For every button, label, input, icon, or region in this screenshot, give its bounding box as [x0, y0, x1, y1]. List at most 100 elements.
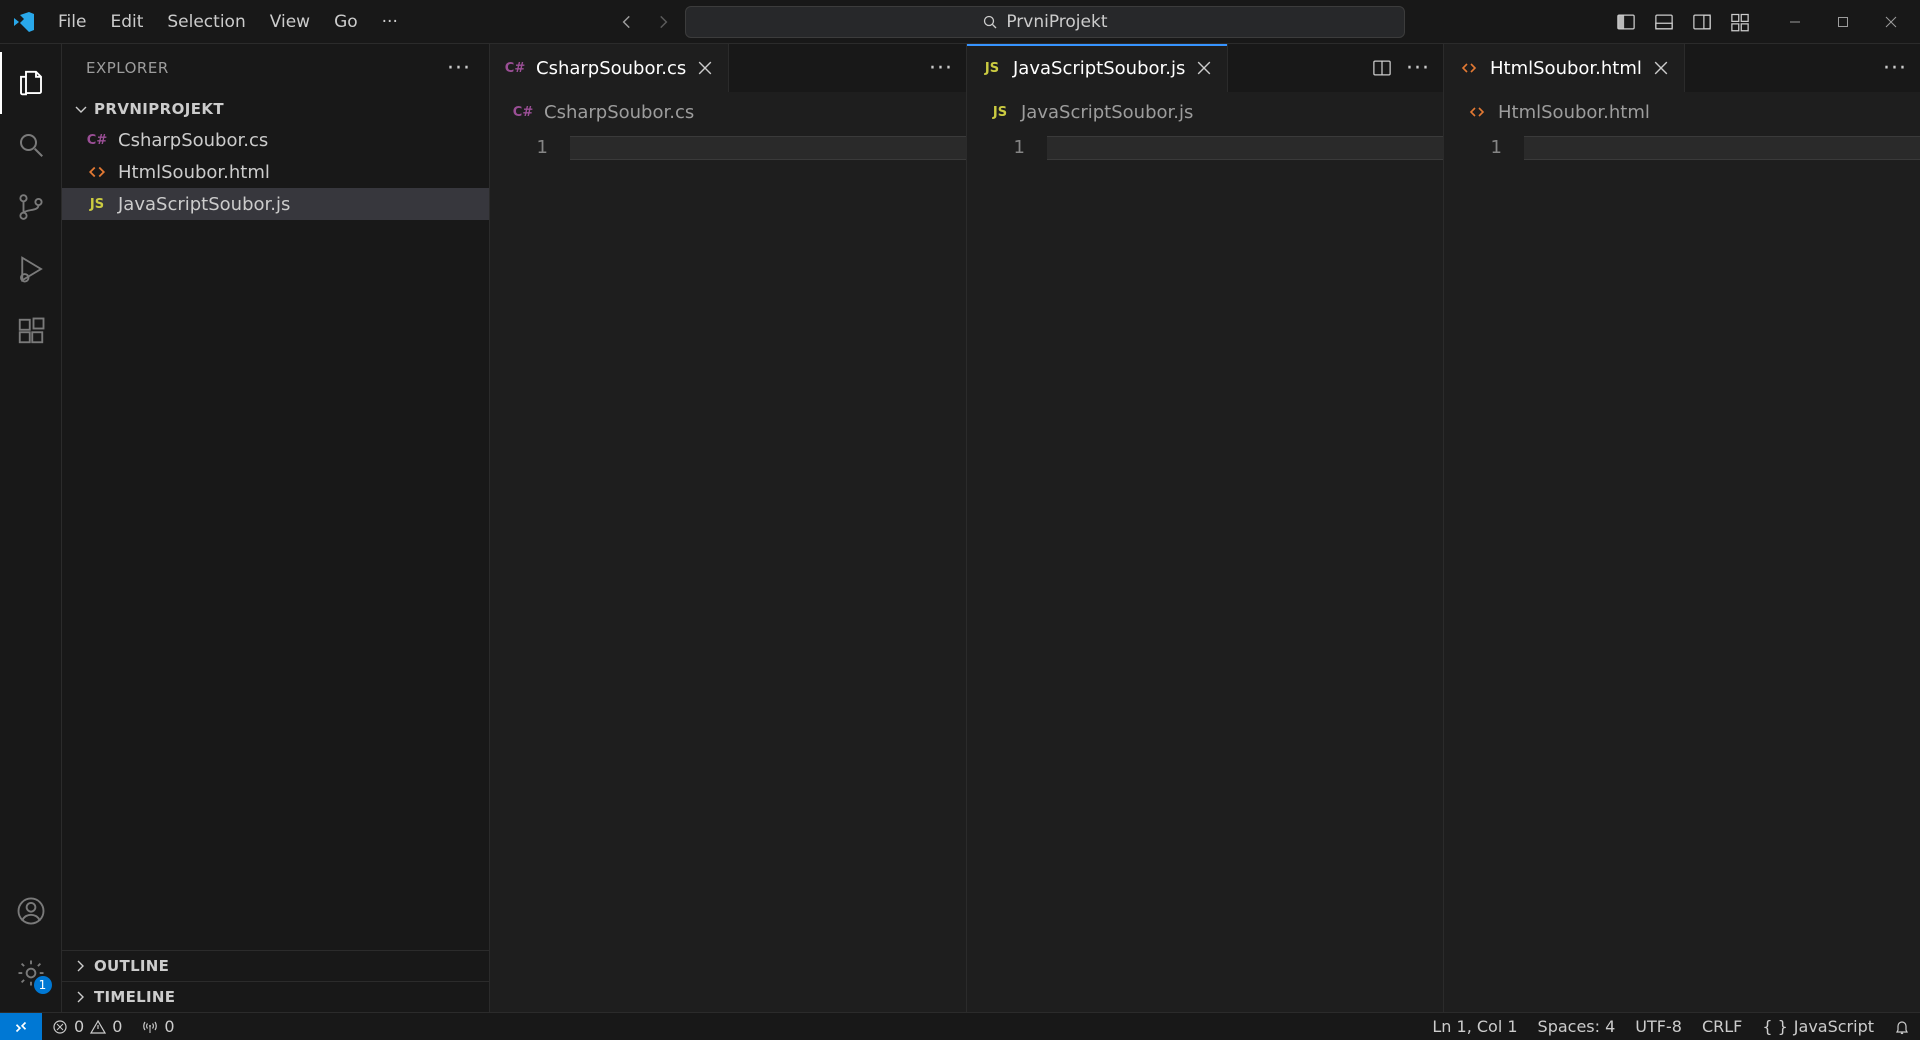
code-area[interactable]: [1524, 132, 1920, 1012]
code-area[interactable]: [570, 132, 966, 1012]
editor-body[interactable]: 1: [490, 132, 966, 1012]
menu-bar: File Edit Selection View Go ···: [46, 6, 410, 38]
editor-body[interactable]: 1: [967, 132, 1443, 1012]
status-encoding[interactable]: UTF-8: [1625, 1017, 1692, 1036]
breadcrumb[interactable]: C# CsharpSoubor.cs: [490, 92, 966, 132]
close-icon[interactable]: [1195, 59, 1213, 77]
timeline-section[interactable]: TIMELINE: [62, 981, 489, 1012]
window-maximize-button[interactable]: [1820, 4, 1866, 40]
activity-run-debug[interactable]: [0, 238, 62, 300]
html-file-icon: [1458, 57, 1480, 79]
sidebar-more-button[interactable]: ···: [447, 63, 471, 74]
activity-search[interactable]: [0, 114, 62, 176]
tab-actions: ···: [1870, 44, 1920, 92]
js-file-icon: JS: [989, 101, 1011, 123]
timeline-label: TIMELINE: [94, 988, 175, 1006]
close-icon[interactable]: [696, 59, 714, 77]
outline-section[interactable]: OUTLINE: [62, 950, 489, 981]
tree-item[interactable]: HtmlSoubor.html: [62, 156, 489, 188]
radio-tower-icon: [142, 1019, 158, 1035]
menu-go[interactable]: Go: [322, 6, 370, 38]
titlebar-center: PrvniProjekt: [410, 6, 1608, 38]
editor-more-button[interactable]: ···: [926, 53, 956, 83]
menu-edit[interactable]: Edit: [98, 6, 155, 38]
command-center-text: PrvniProjekt: [1006, 12, 1107, 32]
explorer-sidebar: EXPLORER ··· PRVNIPROJEKT C# CsharpSoubo…: [62, 44, 490, 1012]
menu-selection[interactable]: Selection: [155, 6, 257, 38]
editor-more-button[interactable]: ···: [1880, 53, 1910, 83]
tab-bar: HtmlSoubor.html ···: [1444, 44, 1920, 92]
titlebar-right: [1608, 4, 1920, 40]
editor-more-button[interactable]: ···: [1403, 53, 1433, 83]
activity-explorer[interactable]: [0, 52, 62, 114]
window-minimize-button[interactable]: [1772, 4, 1818, 40]
status-spaces[interactable]: Spaces: 4: [1528, 1017, 1626, 1036]
tab-bar: JS JavaScriptSoubor.js ···: [967, 44, 1443, 92]
bell-icon: [1894, 1019, 1910, 1035]
tree-item-label: JavaScriptSoubor.js: [118, 194, 290, 215]
language-label: JavaScript: [1794, 1017, 1874, 1036]
menu-file[interactable]: File: [46, 6, 98, 38]
tab-html[interactable]: HtmlSoubor.html: [1444, 44, 1685, 92]
chevron-right-icon: [72, 958, 88, 974]
command-center[interactable]: PrvniProjekt: [685, 6, 1405, 38]
customize-layout-button[interactable]: [1722, 4, 1758, 40]
breadcrumb[interactable]: HtmlSoubor.html: [1444, 92, 1920, 132]
remote-indicator[interactable]: [0, 1013, 42, 1040]
tree-item[interactable]: JS JavaScriptSoubor.js: [62, 188, 489, 220]
breadcrumb-label: HtmlSoubor.html: [1498, 102, 1650, 123]
folder-header[interactable]: PRVNIPROJEKT: [62, 96, 489, 122]
breadcrumb-label: CsharpSoubor.cs: [544, 102, 694, 123]
folder-section: PRVNIPROJEKT C# CsharpSoubor.cs HtmlSoub…: [62, 92, 489, 226]
csharp-file-icon: C#: [86, 129, 108, 151]
warning-icon: [90, 1019, 106, 1035]
sidebar-header: EXPLORER ···: [62, 44, 489, 92]
tab-csharp[interactable]: C# CsharpSoubor.cs: [490, 44, 729, 92]
menu-overflow[interactable]: ···: [370, 6, 410, 38]
manage-badge: 1: [34, 976, 52, 994]
editor-groups: C# CsharpSoubor.cs ··· C# CsharpSoubor.c…: [490, 44, 1920, 1012]
status-notifications[interactable]: [1884, 1019, 1920, 1035]
status-ln-col[interactable]: Ln 1, Col 1: [1422, 1017, 1527, 1036]
activity-manage[interactable]: 1: [0, 942, 62, 1004]
chevron-down-icon: [72, 101, 90, 117]
tab-label: JavaScriptSoubor.js: [1013, 58, 1185, 79]
tab-bar: C# CsharpSoubor.cs ···: [490, 44, 966, 92]
toggle-secondary-sidebar-button[interactable]: [1684, 4, 1720, 40]
tab-label: HtmlSoubor.html: [1490, 58, 1642, 79]
window-close-button[interactable]: [1868, 4, 1914, 40]
line-gutter: 1: [967, 132, 1047, 1012]
editor-group-3: HtmlSoubor.html ··· HtmlSoubor.html 1: [1444, 44, 1920, 1012]
braces-icon: { }: [1762, 1017, 1787, 1036]
tree-item[interactable]: C# CsharpSoubor.cs: [62, 124, 489, 156]
status-ports[interactable]: 0: [132, 1017, 184, 1036]
status-language[interactable]: { } JavaScript: [1752, 1017, 1884, 1036]
code-area[interactable]: [1047, 132, 1443, 1012]
js-file-icon: JS: [981, 57, 1003, 79]
error-count: 0: [74, 1017, 84, 1036]
activity-source-control[interactable]: [0, 176, 62, 238]
nav-forward-button[interactable]: [649, 8, 677, 36]
split-editor-button[interactable]: [1367, 53, 1397, 83]
menu-view[interactable]: View: [258, 6, 322, 38]
activity-extensions[interactable]: [0, 300, 62, 362]
toggle-panel-button[interactable]: [1646, 4, 1682, 40]
status-left: 0 0 0: [42, 1013, 185, 1040]
status-eol[interactable]: CRLF: [1692, 1017, 1752, 1036]
editor-body[interactable]: 1: [1444, 132, 1920, 1012]
close-icon[interactable]: [1652, 59, 1670, 77]
activity-accounts[interactable]: [0, 880, 62, 942]
csharp-file-icon: C#: [512, 101, 534, 123]
tab-javascript[interactable]: JS JavaScriptSoubor.js: [967, 44, 1228, 92]
main-area: 1 EXPLORER ··· PRVNIPROJEKT C# CsharpSou…: [0, 44, 1920, 1012]
status-right: Ln 1, Col 1 Spaces: 4 UTF-8 CRLF { } Jav…: [1422, 1013, 1920, 1040]
activity-bar: 1: [0, 44, 62, 1012]
breadcrumb[interactable]: JS JavaScriptSoubor.js: [967, 92, 1443, 132]
line-gutter: 1: [490, 132, 570, 1012]
vscode-logo-icon: [10, 8, 38, 36]
tab-label: CsharpSoubor.cs: [536, 58, 686, 79]
status-problems[interactable]: 0 0: [42, 1017, 132, 1036]
nav-back-button[interactable]: [613, 8, 641, 36]
tab-actions: ···: [916, 44, 966, 92]
toggle-primary-sidebar-button[interactable]: [1608, 4, 1644, 40]
